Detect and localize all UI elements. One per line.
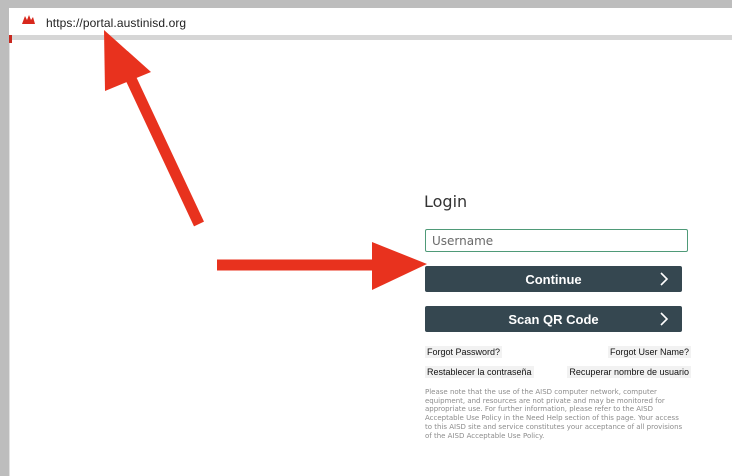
login-title: Login (424, 192, 468, 211)
address-url[interactable]: https://portal.austinisd.org (46, 16, 186, 30)
forgot-password-link[interactable]: Forgot Password? (425, 346, 503, 358)
chevron-right-icon (660, 272, 669, 286)
forgot-username-link[interactable]: Forgot User Name? (607, 346, 691, 358)
tab-indicator (9, 35, 12, 43)
address-bar[interactable]: https://portal.austinisd.org (9, 8, 732, 35)
reset-password-link[interactable]: Restablecer la contraseña (425, 366, 534, 378)
continue-button[interactable]: Continue (425, 266, 682, 292)
recover-username-link[interactable]: Recuperar nombre de usuario (567, 366, 691, 378)
scan-qr-button[interactable]: Scan QR Code (425, 306, 682, 332)
disclaimer-text: Please note that the use of the AISD com… (425, 388, 683, 440)
username-input[interactable] (425, 229, 688, 252)
favicon-icon (22, 15, 35, 24)
chevron-right-icon (660, 312, 669, 326)
continue-label: Continue (525, 271, 582, 287)
scan-qr-label: Scan QR Code (508, 311, 599, 327)
tab-strip-divider (9, 35, 732, 40)
left-rail (9, 43, 10, 476)
